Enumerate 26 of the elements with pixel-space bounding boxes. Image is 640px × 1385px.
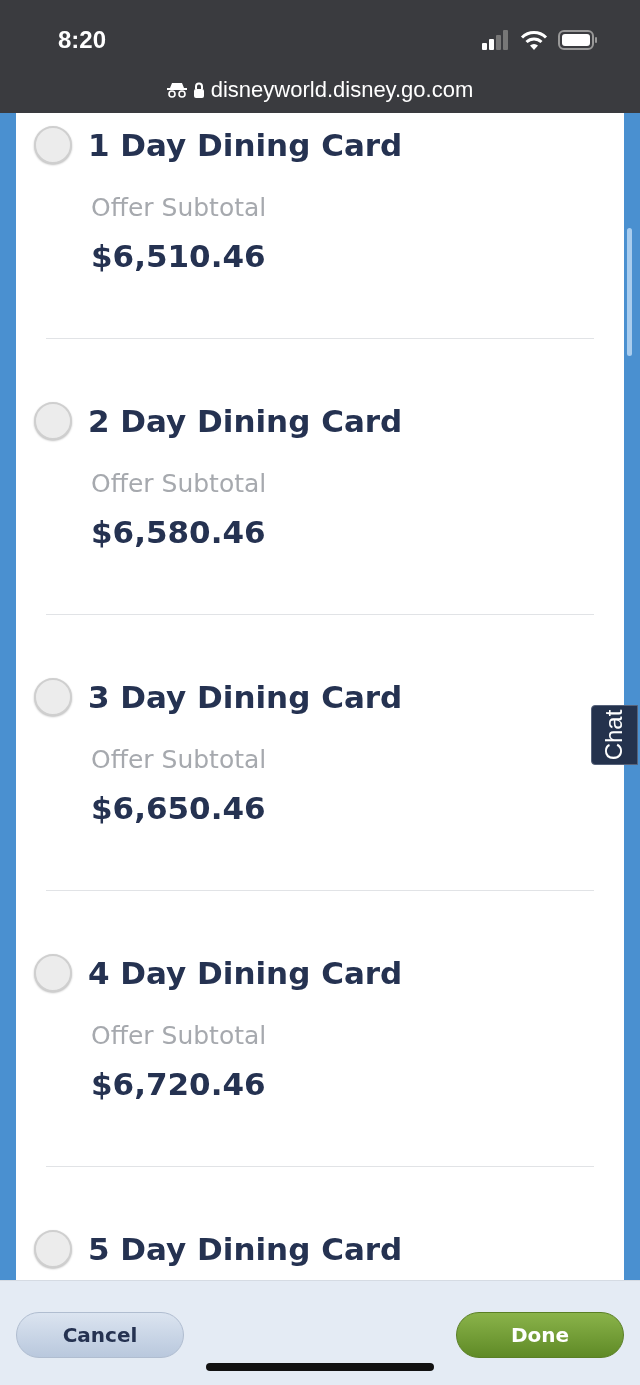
option-title: 5 Day Dining Card — [88, 1231, 403, 1267]
option-title: 4 Day Dining Card — [88, 955, 403, 991]
subtotal-price: $6,580.46 — [91, 513, 267, 552]
subtotal-label: Offer Subtotal — [91, 193, 268, 223]
wifi-icon — [520, 30, 548, 50]
subtotal-label: Offer Subtotal — [91, 469, 268, 499]
cancel-button[interactable]: Cancel — [16, 1312, 184, 1358]
subtotal-label: Offer Subtotal — [91, 1021, 268, 1051]
radio-button[interactable] — [34, 1230, 72, 1268]
radio-button[interactable] — [34, 678, 72, 716]
option-title: 3 Day Dining Card — [88, 679, 403, 715]
option-title: 2 Day Dining Card — [88, 403, 403, 439]
status-time: 8:20 — [58, 26, 107, 54]
signal-icon — [482, 30, 510, 50]
subtotal-price: $6,720.46 — [91, 1065, 267, 1104]
lock-icon — [192, 82, 205, 98]
subtotal-price: $6,650.46 — [91, 789, 267, 828]
radio-button[interactable] — [34, 954, 72, 992]
chat-tab[interactable]: Chat — [591, 705, 638, 765]
radio-button[interactable] — [34, 126, 72, 164]
battery-icon — [558, 30, 598, 50]
url-text[interactable]: disneyworld.disney.go.com — [210, 77, 474, 103]
option-title: 1 Day Dining Card — [88, 127, 403, 163]
radio-button[interactable] — [34, 402, 72, 440]
incognito-icon — [166, 82, 187, 98]
subtotal-price: $6,510.46 — [91, 237, 267, 276]
